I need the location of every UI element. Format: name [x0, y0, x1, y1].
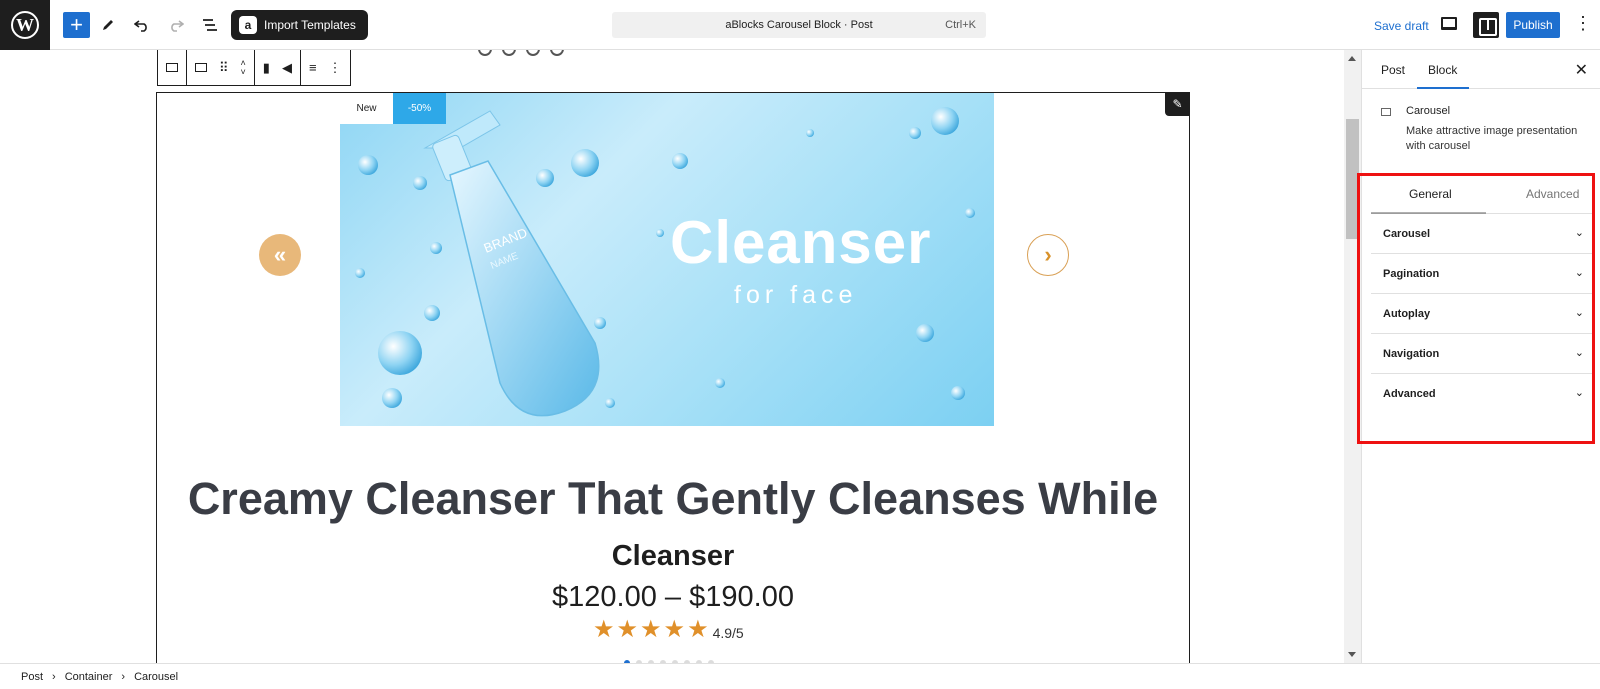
tab-advanced[interactable]: Advanced	[1526, 187, 1579, 201]
redo-icon[interactable]	[162, 12, 190, 38]
settings-accordion: Carousel ⌄ Pagination ⌄ Autoplay ⌄ Navig…	[1371, 214, 1592, 414]
block-breadcrumb: Post › Container › Carousel	[0, 663, 1600, 689]
editor-header: W + a Import Templates aBlocks Carousel …	[0, 0, 1600, 50]
import-templates-label: Import Templates	[264, 18, 356, 32]
block-options-icon[interactable]: ⋮	[329, 60, 342, 76]
chevron-down-icon: ⌄	[1574, 267, 1584, 279]
product-image[interactable]: BRAND NAME New -50% Cleanser for face	[340, 93, 994, 426]
block-card-title: Carousel	[1406, 105, 1451, 117]
more-vertical-icon[interactable]: ⋮	[1574, 13, 1592, 34]
star-icon: ★	[593, 616, 615, 643]
scroll-thumb[interactable]	[1346, 119, 1359, 239]
section-label: Advanced	[1383, 388, 1436, 400]
image-headline: Cleanser	[670, 209, 932, 276]
comment-icon[interactable]: ▮	[263, 60, 270, 76]
chevron-right-icon: ›	[121, 670, 126, 683]
section-autoplay[interactable]: Autoplay ⌄	[1371, 294, 1592, 334]
move-up-down-icon[interactable]: ˄ ˅	[241, 58, 246, 77]
settings-icon[interactable]	[1473, 12, 1499, 38]
command-palette-bar[interactable]: aBlocks Carousel Block · Post Ctrl+K	[612, 12, 986, 38]
badge-sale: -50%	[393, 93, 446, 124]
badge-new: New	[340, 93, 393, 124]
breadcrumb-container[interactable]: Container	[65, 671, 113, 683]
block-card: Carousel Make attractive image presentat…	[1362, 89, 1600, 169]
chevron-down-icon: ⌄	[1574, 227, 1584, 239]
product-heading: Creamy Cleanser That Gently Cleanses Whi…	[187, 473, 1159, 524]
pen-icon[interactable]	[94, 12, 122, 38]
parent-block-icon[interactable]	[166, 63, 178, 72]
sidebar-tabs: Post Block ✕	[1362, 50, 1600, 89]
section-label: Carousel	[1383, 228, 1431, 240]
panel-tabs: General Advanced	[1371, 173, 1592, 214]
scroll-up-icon[interactable]	[1348, 56, 1356, 61]
carousel-next-arrow-icon[interactable]: ›	[1027, 234, 1069, 276]
align-left-icon[interactable]: ≡	[309, 60, 317, 75]
chevron-down-icon: ⌄	[1574, 387, 1584, 399]
carousel-block-icon	[1381, 108, 1391, 116]
tab-general[interactable]: General	[1409, 187, 1452, 201]
carousel-block[interactable]: ✎ BRAND NAME New -50% Cleanser for face …	[156, 92, 1190, 663]
block-card-description: Make attractive image presentation with …	[1406, 125, 1578, 152]
star-icon: ★	[640, 616, 662, 643]
carousel-prev-arrow-icon[interactable]: «	[259, 234, 301, 276]
star-icon: ★	[687, 616, 709, 643]
publish-button[interactable]: Publish	[1506, 12, 1560, 38]
chevron-down-icon: ⌄	[1574, 347, 1584, 359]
block-align-group: ≡ ⋮	[301, 50, 350, 85]
block-actions-group: ▮ ◀	[255, 50, 301, 85]
rating-score: 4.9/5	[712, 625, 744, 641]
section-carousel[interactable]: Carousel ⌄	[1371, 214, 1592, 254]
shortcut-hint: Ctrl+K	[945, 19, 976, 31]
block-settings-panel: General Advanced Carousel ⌄ Pagination ⌄…	[1362, 173, 1600, 443]
link-edit-icon[interactable]: ✎	[1165, 92, 1190, 116]
add-block-button[interactable]: +	[63, 12, 90, 38]
tab-block[interactable]: Block	[1428, 63, 1457, 77]
import-templates-button[interactable]: a Import Templates	[231, 10, 368, 40]
list-view-icon[interactable]	[196, 12, 224, 38]
star-icon: ★	[616, 616, 639, 643]
chevron-right-icon: ›	[52, 670, 56, 683]
editor-canvas: ⠿ ˄ ˅ ▮ ◀ ≡ ⋮ ✎ BRAND NAME New -50% Clea…	[0, 50, 1344, 663]
section-advanced[interactable]: Advanced ⌄	[1371, 374, 1592, 414]
drag-handle-icon[interactable]: ⠿	[219, 60, 229, 76]
close-icon[interactable]: ✕	[1575, 60, 1588, 80]
section-navigation[interactable]: Navigation ⌄	[1371, 334, 1592, 374]
carousel-block-icon[interactable]	[195, 63, 207, 72]
undo-icon[interactable]	[128, 12, 156, 38]
document-title: aBlocks Carousel Block · Post	[725, 19, 873, 31]
section-pagination[interactable]: Pagination ⌄	[1371, 254, 1592, 294]
wordpress-logo-icon[interactable]: W	[0, 0, 50, 50]
section-label: Autoplay	[1383, 308, 1431, 320]
breadcrumb-post[interactable]: Post	[21, 671, 43, 683]
star-icon: ★	[663, 616, 686, 643]
chevron-down-icon: ⌄	[1574, 307, 1584, 319]
partial-content-dots	[478, 50, 564, 56]
tab-post[interactable]: Post	[1381, 63, 1405, 77]
product-name: Cleanser	[611, 540, 735, 572]
section-label: Pagination	[1383, 268, 1440, 280]
image-subheadline: for face	[734, 281, 858, 309]
product-rating: ★ ★ ★ ★ ★ 4.9/5	[593, 618, 744, 642]
block-toolbar: ⠿ ˄ ˅ ▮ ◀ ≡ ⋮	[157, 50, 351, 86]
block-move-group: ⠿ ˄ ˅	[187, 50, 255, 85]
section-label: Navigation	[1383, 348, 1440, 360]
canvas-scrollbar[interactable]	[1344, 50, 1361, 663]
parent-block-group	[158, 50, 187, 85]
save-draft-button[interactable]: Save draft	[1374, 19, 1429, 33]
navigation-icon[interactable]: ◀	[282, 60, 292, 76]
product-price: $120.00 – $190.00	[552, 581, 794, 613]
settings-sidebar: Post Block ✕ Carousel Make attractive im…	[1361, 50, 1600, 663]
preview-icon[interactable]	[1441, 17, 1457, 30]
ablocks-logo-icon: a	[239, 16, 257, 34]
scroll-down-icon[interactable]	[1348, 652, 1356, 657]
breadcrumb-carousel[interactable]: Carousel	[134, 671, 178, 683]
